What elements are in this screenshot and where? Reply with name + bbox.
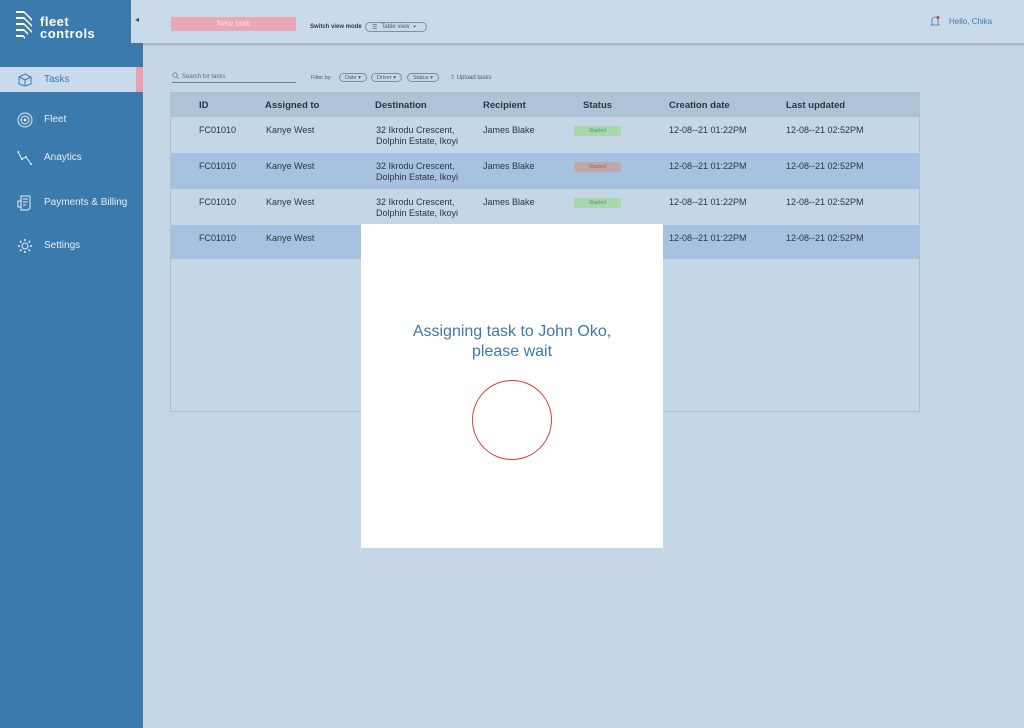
bell-icon[interactable] [930,15,940,27]
upload-icon: ⇪ [450,75,456,81]
sidebar-item-settings[interactable]: Settings [0,233,143,258]
sidebar-item-payments[interactable]: Payments & Billing [0,190,143,215]
cell-updated: 12-08--21 02:52PM [786,125,864,135]
filter-chip-label: Date [345,74,357,81]
destination-line: 32 Ikrodu Crescent, [376,125,455,135]
filter-driver-chip[interactable]: Driver ▾ [371,73,402,82]
column-header-created[interactable]: Creation date [669,100,730,111]
cell-assigned: Kanye West [266,233,315,243]
cell-destination: 32 Ikrodu Crescent, Dolphin Estate, Ikoyi [376,161,458,183]
cell-destination: 32 Ikrodu Crescent, Dolphin Estate, Ikoyi [376,125,458,147]
cell-created: 12-08--21 01:22PM [669,197,747,207]
sidebar: fleet controls Tasks Fleet Anaytics Paym… [0,0,143,728]
cell-updated: 12-08--21 02:52PM [786,233,864,243]
user-greeting[interactable]: Hello, Chika [949,17,992,26]
cell-id: FC01010 [199,197,237,207]
modal-message-line1: Assigning task to John Oko, [412,323,612,340]
loading-spinner-icon [472,380,552,460]
box-icon [16,71,34,89]
column-header-updated[interactable]: Last updated [786,100,845,111]
cell-id: FC01010 [199,125,237,135]
destination-line: 32 Ikrodu Crescent, [376,197,455,207]
table-header: ID Assigned to Destination Recipient Sta… [171,93,919,117]
column-header-status[interactable]: Status [583,100,612,111]
view-mode-label: Switch view mode [310,24,362,30]
cell-recipient: James Blake [483,197,535,207]
table-row[interactable]: FC01010 Kanye West 32 Ikrodu Crescent, Do… [171,189,919,225]
top-header: New task Switch view mode ☰ Table view ▾… [131,0,1024,43]
column-header-id[interactable]: ID [199,100,209,111]
table-row[interactable]: FC01010 Kanye West 32 Ikrodu Crescent, Do… [171,153,919,189]
column-header-recipient[interactable]: Recipient [483,100,526,111]
sidebar-item-fleet[interactable]: Fleet [0,107,143,132]
destination-line: Dolphin Estate, Ikoyi [376,172,459,182]
receipt-icon [16,194,34,212]
sidebar-item-label: Anaytics [44,152,82,163]
new-task-button[interactable]: New task [171,17,296,31]
sidebar-item-label: Fleet [44,114,67,125]
cell-id: FC01010 [199,161,237,171]
brand-logo[interactable]: fleet controls [14,9,134,43]
view-mode-select[interactable]: ☰ Table view ▾ [365,22,427,32]
chevron-down-icon: ▾ [356,74,361,81]
status-badge: Started [574,162,621,172]
cell-updated: 12-08--21 02:52PM [786,197,864,207]
list-icon: ☰ [372,24,378,31]
brand-name: fleet controls [40,15,96,41]
cell-updated: 12-08--21 02:52PM [786,161,864,171]
chevron-down-icon: ▾ [413,24,416,30]
column-header-destination[interactable]: Destination [375,100,427,111]
search-placeholder: Search for tasks [182,73,226,80]
sidebar-item-label: Tasks [44,74,70,85]
sidebar-item-analytics[interactable]: Anaytics [0,145,143,170]
table-row[interactable]: FC01010 Kanye West 32 Ikrodu Crescent, Do… [171,117,919,153]
cell-created: 12-08--21 01:22PM [669,233,747,243]
gear-icon [16,237,34,255]
filter-chip-label: Status [413,74,429,81]
destination-line: 32 Ikrodu Crescent, [376,161,455,171]
filter-label: Filter by: [311,75,333,81]
chevron-down-icon: ▾ [391,74,396,81]
cell-recipient: James Blake [483,161,535,171]
filter-status-chip[interactable]: Status ▾ [407,73,439,82]
sidebar-item-label: Settings [44,240,81,251]
collapse-sidebar-icon[interactable]: ◂ [132,15,142,27]
search-icon [172,72,179,81]
status-badge: Started [574,126,621,136]
brand-line2: controls [40,26,96,41]
cell-assigned: Kanye West [266,161,315,171]
chevron-down-icon: ▾ [428,74,433,81]
column-header-assigned[interactable]: Assigned to [265,100,319,111]
upload-tasks-link[interactable]: ⇪ Upload tasks [450,74,491,81]
cell-created: 12-08--21 01:22PM [669,161,747,171]
modal-message-line2: please wait [471,343,553,360]
graph-icon [16,149,34,167]
cell-assigned: Kanye West [266,125,315,135]
search-input[interactable]: Search for tasks [172,71,296,83]
cell-assigned: Kanye West [266,197,315,207]
assigning-task-modal: Assigning task to John Oko, please wait [361,224,663,548]
sidebar-item-tasks[interactable]: Tasks [0,67,143,92]
filter-date-chip[interactable]: Date ▾ [339,73,367,82]
logo-mark-icon [16,11,32,39]
cell-destination: 32 Ikrodu Crescent, Dolphin Estate, Ikoyi [376,197,458,219]
cell-id: FC01010 [199,233,237,243]
cell-recipient: James Blake [483,125,535,135]
cell-created: 12-08--21 01:22PM [669,125,747,135]
filter-chip-label: Driver [377,74,392,81]
view-mode-value: Table view [381,24,410,30]
status-badge: Started [574,198,621,208]
sidebar-item-label: Payments & Billing [44,197,128,208]
wheel-icon [16,111,34,129]
upload-label: Upload tasks [456,75,492,81]
destination-line: Dolphin Estate, Ikoyi [376,136,459,146]
modal-message: Assigning task to John Oko, please wait [361,322,663,362]
destination-line: Dolphin Estate, Ikoyi [376,208,459,218]
